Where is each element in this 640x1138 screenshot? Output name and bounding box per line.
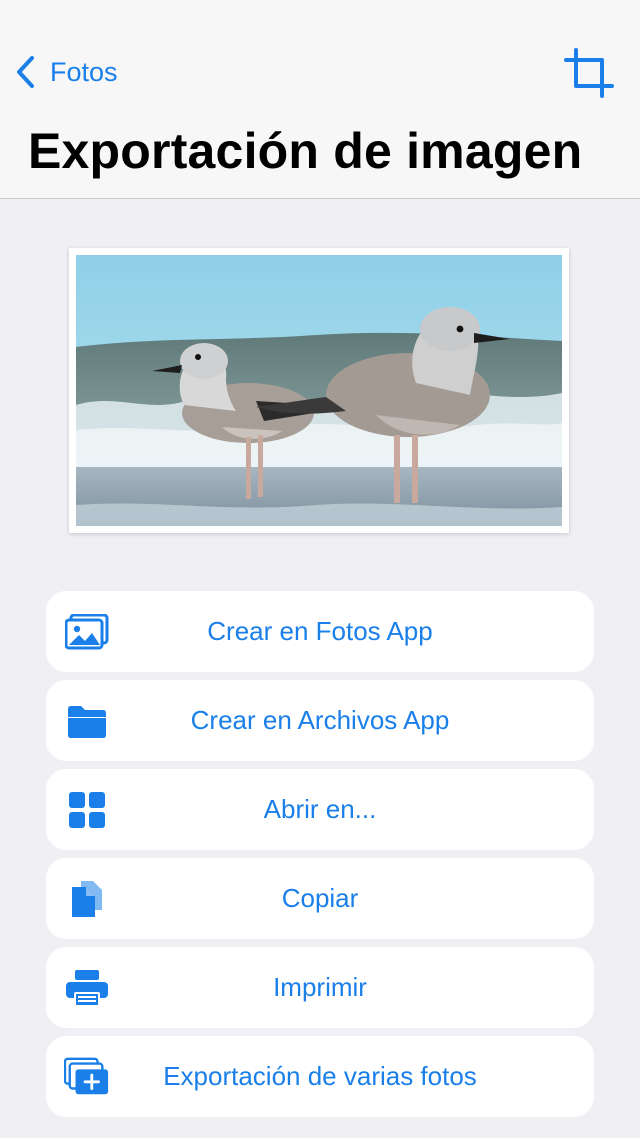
chevron-left-icon [17,56,34,88]
print-label: Imprimir [273,972,367,1002]
crop-icon [564,48,614,98]
seagulls-photo [76,255,562,526]
create-in-files-button[interactable]: Crear en Archivos App [46,680,594,761]
create-in-photos-label: Crear en Fotos App [207,616,433,646]
create-in-photos-button[interactable]: Crear en Fotos App [46,591,594,672]
export-multiple-photos-label: Exportación de varias fotos [163,1061,477,1091]
navigation-header: Fotos Exportación de imagen [0,0,640,199]
open-in-button[interactable]: Abrir en... [46,769,594,850]
export-multiple-photos-button[interactable]: Exportación de varias fotos [46,1036,594,1117]
copy-button[interactable]: Copiar [46,858,594,939]
image-preview [69,248,569,533]
back-button[interactable]: Fotos [14,52,118,92]
crop-button[interactable] [564,48,614,98]
copy-label: Copiar [281,883,359,913]
print-button[interactable]: Imprimir [46,947,594,1028]
back-label: Fotos [50,56,118,87]
open-in-label: Abrir en... [263,794,377,824]
page-title: Exportación de imagen [28,123,583,179]
create-in-files-label: Crear en Archivos App [190,705,450,735]
